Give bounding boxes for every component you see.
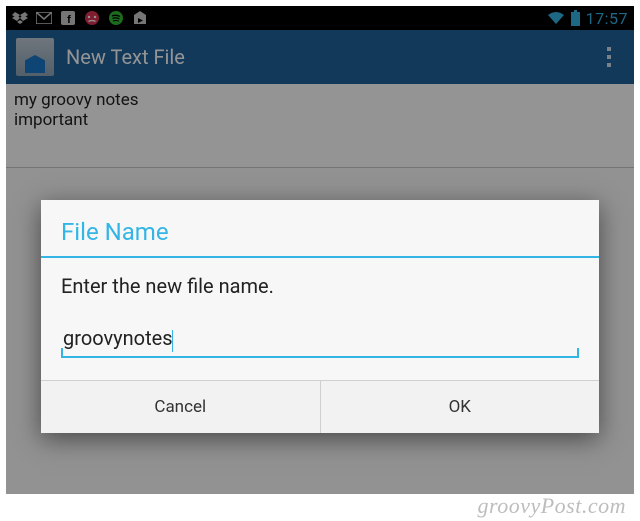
ok-button[interactable]: OK xyxy=(320,381,600,433)
filename-input[interactable]: groovynotes xyxy=(63,326,173,350)
dialog-message: Enter the new file name. xyxy=(61,274,579,298)
text-cursor xyxy=(172,330,174,352)
filename-input-wrap[interactable]: groovynotes xyxy=(61,324,579,358)
device-screen: f 17:57 xyxy=(6,6,634,494)
cancel-button[interactable]: Cancel xyxy=(41,381,320,433)
watermark: groovyPost.com xyxy=(477,493,626,519)
file-name-dialog: File Name Enter the new file name. groov… xyxy=(41,200,599,433)
dialog-title: File Name xyxy=(41,200,599,258)
